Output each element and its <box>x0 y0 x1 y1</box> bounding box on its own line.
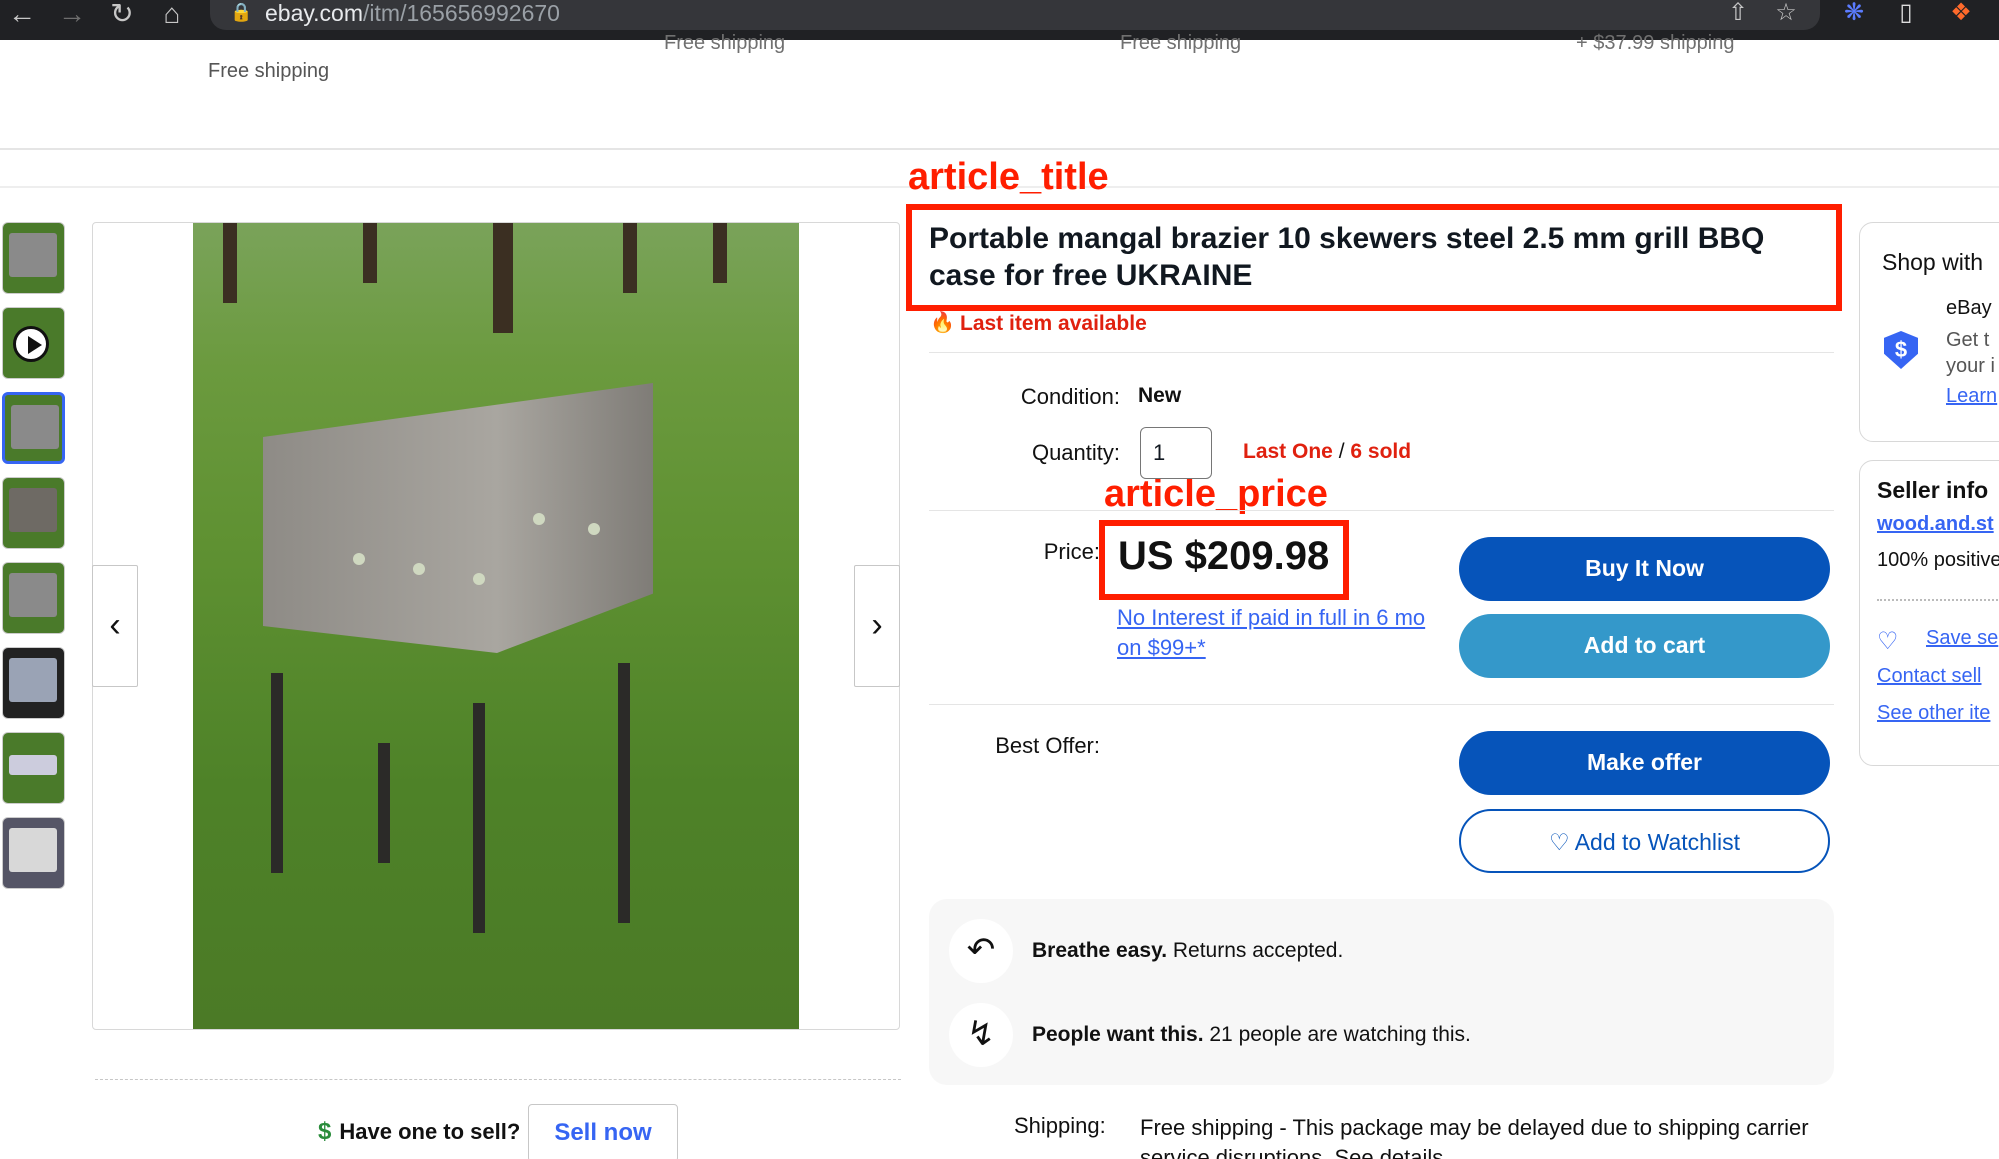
heart-icon: ♡ <box>1548 829 1570 855</box>
thumbnail-6[interactable] <box>2 647 65 719</box>
url-text: ebay.com/itm/165656992670 <box>265 0 560 26</box>
highlights-panel: ↶ Breathe easy. Returns accepted. ↯ Peop… <box>929 899 1834 1085</box>
lightning-icon: ↯ <box>949 1003 1013 1067</box>
divider <box>929 352 1834 353</box>
carousel-shipping-main: Free shipping <box>208 60 330 82</box>
condition-value: New <box>1138 384 1182 407</box>
price-label: Price: <box>1043 539 1100 564</box>
play-icon <box>13 326 49 362</box>
back-icon[interactable]: ← <box>2 0 42 32</box>
contact-seller-link[interactable]: Contact sell <box>1877 665 1982 688</box>
thumbnail-7[interactable] <box>2 732 65 804</box>
extension-gear-icon[interactable]: ❋ <box>1838 0 1870 30</box>
guarantee-line-1: Get t <box>1946 329 1990 351</box>
chevron-left-icon: ‹ <box>109 606 121 644</box>
condition-label: Condition: <box>1020 384 1120 409</box>
carousel-shipping-1: Free shipping <box>664 32 786 54</box>
urgency-text: Last item available <box>960 312 1147 335</box>
flame-icon: 🔥 <box>930 312 955 334</box>
see-details-link[interactable]: See details <box>1334 1145 1443 1159</box>
home-icon[interactable]: ⌂ <box>152 0 192 32</box>
next-image-button[interactable]: › <box>854 565 900 687</box>
divider <box>95 1079 901 1080</box>
thumbnail-video[interactable] <box>2 307 65 379</box>
extension-flame-icon[interactable]: ❖ <box>1945 0 1977 30</box>
heart-outline-icon[interactable]: ♡ <box>1877 627 1899 656</box>
divider <box>0 148 1999 150</box>
buy-it-now-button[interactable]: Buy It Now <box>1459 537 1830 601</box>
return-arrow-icon: ↶ <box>949 919 1013 983</box>
divider <box>929 704 1834 705</box>
thumbnail-8[interactable] <box>2 817 65 889</box>
returns-text: Breathe easy. Returns accepted. <box>1032 939 1344 962</box>
save-seller-link[interactable]: Save se <box>1926 627 1998 650</box>
lock-icon: 🔒 <box>230 2 253 22</box>
bookmark-star-icon[interactable]: ☆ <box>1770 0 1802 30</box>
quantity-label: Quantity: <box>1031 440 1120 465</box>
carousel-shipping-2: Free shipping <box>1120 32 1242 54</box>
seller-info-title: Seller info <box>1877 477 1989 503</box>
shipping-label: Shipping: <box>1014 1113 1106 1138</box>
availability-text: Last One / 6 sold <box>1243 440 1412 463</box>
best-offer-label: Best Offer: <box>995 733 1100 758</box>
carousel-shipping-3: + $37.99 shipping <box>1576 32 1735 54</box>
shop-title: Shop with <box>1882 249 1984 275</box>
address-bar[interactable]: 🔒 ebay.com/itm/165656992670 ⇧ ☆ <box>210 0 1820 30</box>
grill-shape <box>263 383 653 653</box>
annotation-title-label: article_title <box>908 156 1109 198</box>
forward-icon[interactable]: → <box>52 0 92 32</box>
watchers-text: People want this. 21 people are watching… <box>1032 1023 1471 1046</box>
thumbnail-1[interactable] <box>2 222 65 294</box>
add-to-watchlist-button[interactable]: ♡ Add to Watchlist <box>1459 809 1830 873</box>
divider <box>929 510 1834 511</box>
share-icon[interactable]: ⇧ <box>1722 0 1754 30</box>
guarantee-title: eBay <box>1946 297 1992 319</box>
seller-feedback: 100% positive <box>1877 549 1999 571</box>
shipping-value: Free shipping - This package may be dela… <box>1140 1113 1840 1159</box>
extension-ghost-icon[interactable]: ▯ <box>1890 0 1922 30</box>
item-price: US $209.98 <box>1118 534 1330 578</box>
item-title: Portable mangal brazier 10 skewers steel… <box>929 222 1765 292</box>
shop-confidence-card: Shop with $ eBay Get t your i Learn <box>1859 222 1999 442</box>
make-offer-button[interactable]: Make offer <box>1459 731 1830 795</box>
seller-info-card: Seller info wood.and.st 100% positive ♡ … <box>1859 460 1999 766</box>
thumbnail-4[interactable] <box>2 477 65 549</box>
chevron-right-icon: › <box>871 606 883 644</box>
sell-now-button[interactable]: Sell now <box>528 1104 678 1159</box>
shield-dollar-icon: $ <box>1884 331 1918 369</box>
main-image-frame <box>92 222 900 1030</box>
see-other-items-link[interactable]: See other ite <box>1877 702 1990 725</box>
prev-image-button[interactable]: ‹ <box>92 565 138 687</box>
guarantee-line-2: your i <box>1946 355 1995 377</box>
add-to-cart-button[interactable]: Add to cart <box>1459 614 1830 678</box>
divider <box>1877 599 1999 601</box>
product-photo[interactable] <box>193 223 799 1029</box>
reload-icon[interactable]: ↻ <box>102 0 142 32</box>
financing-link[interactable]: No Interest if paid in full in 6 mo on $… <box>1117 603 1427 663</box>
seller-name-link[interactable]: wood.and.st <box>1877 513 1994 536</box>
sell-prompt: $ Have one to sell? <box>318 1118 521 1145</box>
quantity-input[interactable]: 1 <box>1140 427 1212 479</box>
thumbnail-3-selected[interactable] <box>2 392 65 464</box>
dollar-icon: $ <box>318 1118 332 1145</box>
thumbnail-5[interactable] <box>2 562 65 634</box>
learn-more-link[interactable]: Learn <box>1946 385 1997 408</box>
